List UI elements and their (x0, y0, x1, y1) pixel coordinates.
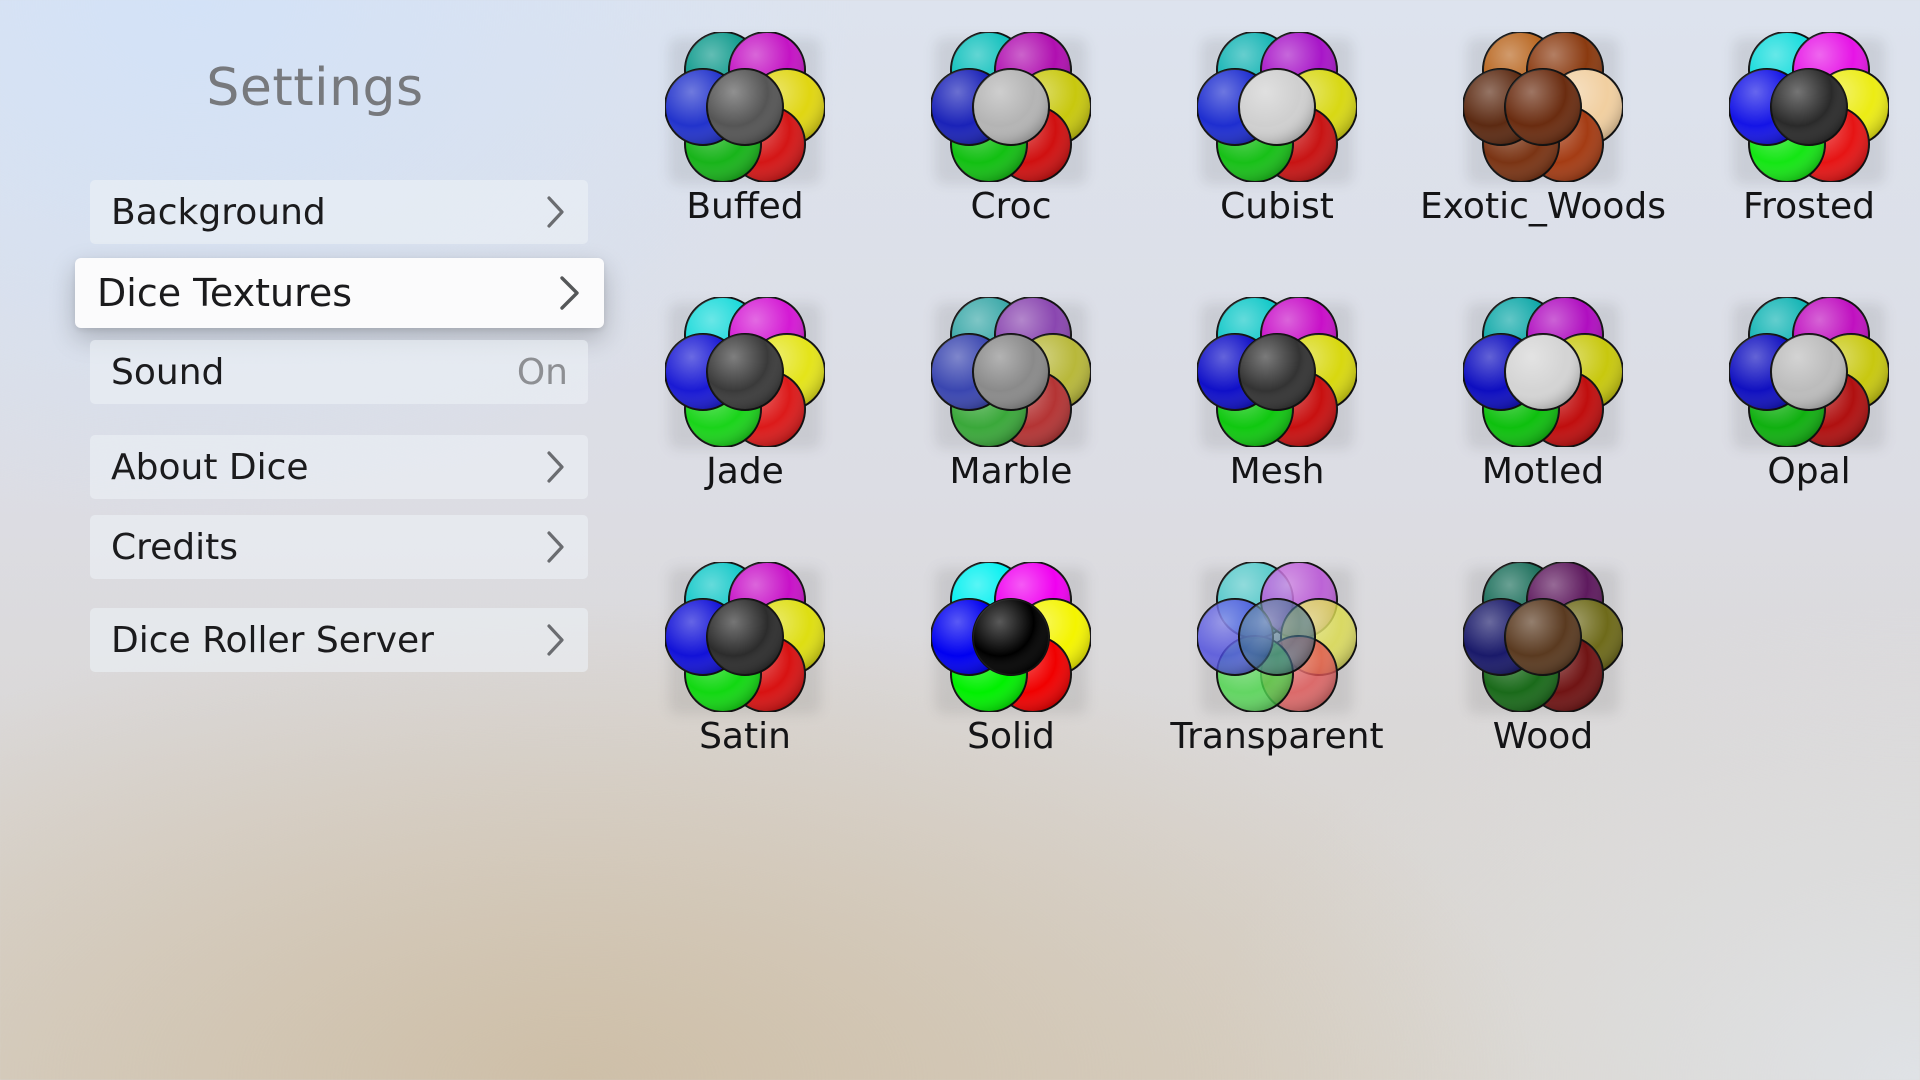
transparent-texture-icon (1197, 562, 1357, 712)
texture-tile-croc[interactable]: Croc (901, 24, 1121, 244)
texture-name: Marble (949, 451, 1073, 492)
wood-texture-icon (1463, 562, 1623, 712)
dice-center-shine (1505, 334, 1581, 410)
dice-center-shine (1239, 599, 1315, 675)
texture-name: Wood (1492, 716, 1594, 757)
texture-tile-jade[interactable]: Jade (635, 289, 855, 509)
croc-texture-icon (931, 32, 1091, 182)
dice-center-shine (973, 69, 1049, 145)
dice-center-shine (707, 69, 783, 145)
texture-tile-satin[interactable]: Satin (635, 554, 855, 774)
texture-name: Satin (699, 716, 791, 757)
texture-name: Motled (1481, 451, 1605, 492)
texture-name: Buffed (686, 186, 804, 227)
texture-name: Transparent (1170, 716, 1384, 757)
dice-center-shine (707, 334, 783, 410)
dice-center-shine (1505, 599, 1581, 675)
texture-name: Exotic_Woods (1419, 186, 1667, 227)
texture-tile-solid[interactable]: Solid (901, 554, 1121, 774)
texture-name: Cubist (1220, 186, 1334, 227)
dice-center-shine (973, 599, 1049, 675)
texture-tile-wood[interactable]: Wood (1433, 554, 1653, 774)
texture-tile-cubist[interactable]: Cubist (1167, 24, 1387, 244)
mesh-texture-icon (1197, 297, 1357, 447)
jade-texture-icon (665, 297, 825, 447)
motled-texture-icon (1463, 297, 1623, 447)
exotic-woods-texture-icon (1463, 32, 1623, 182)
texture-name: Opal (1767, 451, 1851, 492)
marble-texture-icon (931, 297, 1091, 447)
texture-name: Mesh (1229, 451, 1325, 492)
opal-texture-icon (1729, 297, 1889, 447)
texture-tile-opal[interactable]: Opal (1699, 289, 1919, 509)
dice-center-shine (1239, 334, 1315, 410)
dice-center-shine (1505, 69, 1581, 145)
frosted-texture-icon (1729, 32, 1889, 182)
dice-center-shine (1771, 69, 1847, 145)
dice-center-shine (707, 599, 783, 675)
texture-grid: Buffed Croc Cubist Exotic_Woods Frosted … (0, 0, 1920, 800)
texture-tile-exotic-woods[interactable]: Exotic_Woods (1420, 24, 1666, 244)
texture-tile-buffed[interactable]: Buffed (635, 24, 855, 244)
satin-texture-icon (665, 562, 825, 712)
solid-texture-icon (931, 562, 1091, 712)
texture-tile-transparent[interactable]: Transparent (1167, 554, 1387, 774)
texture-name: Jade (706, 451, 784, 492)
texture-tile-motled[interactable]: Motled (1433, 289, 1653, 509)
dice-center-shine (1771, 334, 1847, 410)
dice-center-shine (973, 334, 1049, 410)
texture-tile-frosted[interactable]: Frosted (1699, 24, 1919, 244)
texture-tile-mesh[interactable]: Mesh (1167, 289, 1387, 509)
texture-name: Solid (967, 716, 1055, 757)
buffed-texture-icon (665, 32, 825, 182)
cubist-texture-icon (1197, 32, 1357, 182)
texture-name: Croc (970, 186, 1052, 227)
texture-name: Frosted (1743, 186, 1875, 227)
texture-tile-marble[interactable]: Marble (901, 289, 1121, 509)
dice-center-shine (1239, 69, 1315, 145)
